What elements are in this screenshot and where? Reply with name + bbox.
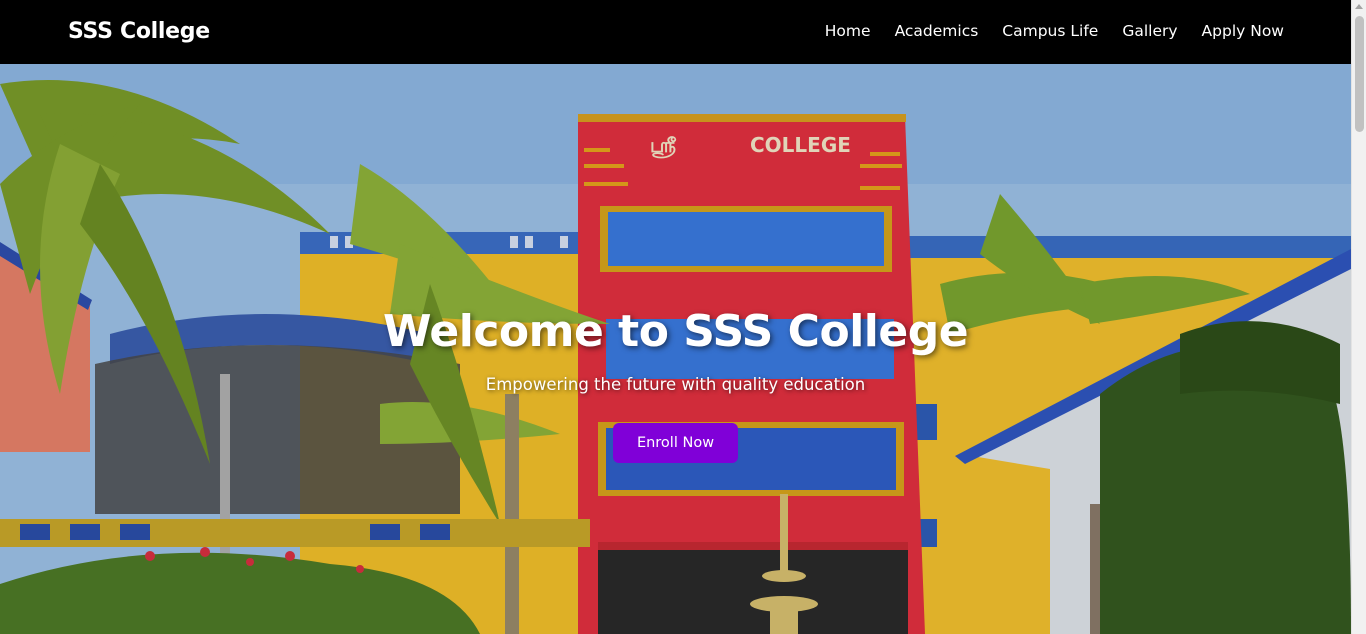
top-navbar: SSS College Home Academics Campus Life G…	[0, 0, 1351, 64]
nav-link-gallery[interactable]: Gallery	[1122, 22, 1177, 40]
nav-link-campus-life[interactable]: Campus Life	[1002, 22, 1098, 40]
scrollbar-thumb[interactable]	[1355, 16, 1364, 132]
brand-logo-link[interactable]: SSS College	[68, 19, 210, 44]
nav-links: Home Academics Campus Life Gallery Apply…	[825, 22, 1284, 40]
scroll-up-arrow-icon[interactable]	[1355, 4, 1363, 9]
nav-link-home[interactable]: Home	[825, 22, 871, 40]
hero-section: ஸ்ரீ COLLEGE Welcome to SSS College Empo…	[0, 64, 1351, 634]
nav-link-academics[interactable]: Academics	[895, 22, 979, 40]
nav-link-apply-now[interactable]: Apply Now	[1202, 22, 1284, 40]
hero-title: Welcome to SSS College	[382, 306, 969, 357]
hero-subtitle: Empowering the future with quality educa…	[485, 375, 866, 394]
page-scrollbar[interactable]	[1351, 0, 1366, 634]
enroll-now-button[interactable]: Enroll Now	[613, 423, 738, 463]
